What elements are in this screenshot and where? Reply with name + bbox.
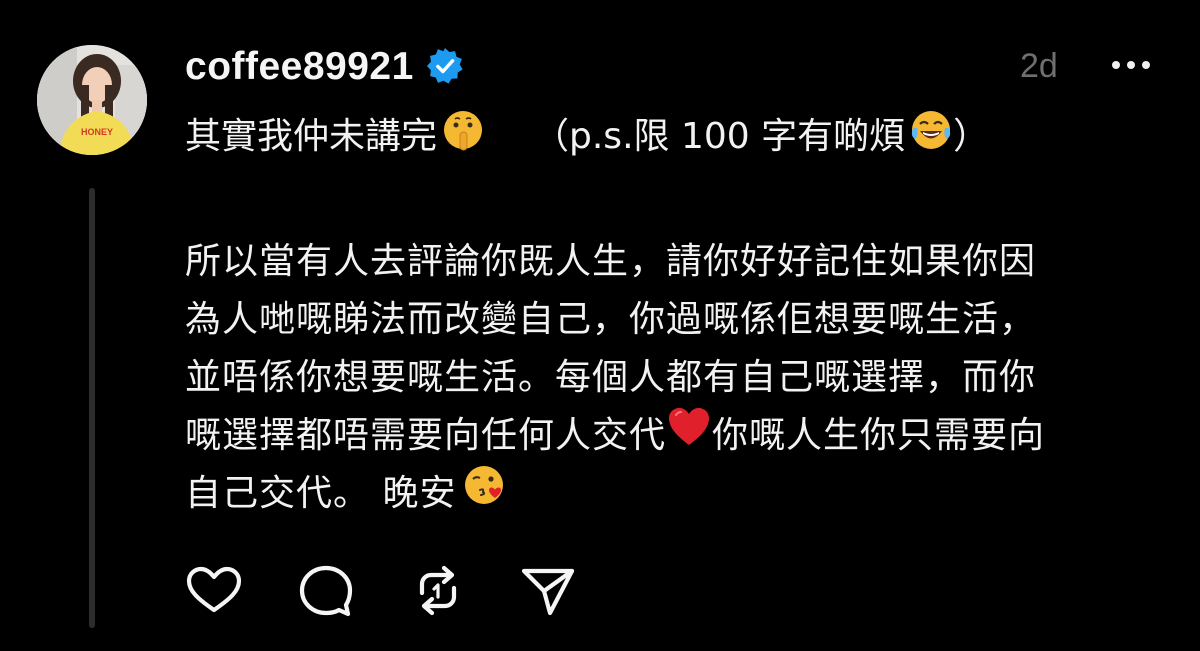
shushing-face-icon [441,108,485,166]
post-body-line: 所以當有人去評論你既人生，請你好好記住如果你因 [185,241,1037,282]
post-body-text: 嘅選擇都唔需要向任何人交代 [185,415,667,456]
post-body: 所以當有人去評論你既人生，請你好好記住如果你因 為人哋嘅睇法而改變自己，你過嘅係… [185,233,1145,523]
post-text-note-close: ） [953,116,990,157]
post-body-line: 為人哋嘅睇法而改變自己，你過嘅係佢想要嘅生活， [185,299,1037,340]
username[interactable]: coffee89921 [185,47,414,86]
post-body-text: 自己交代。 晚安 [185,473,457,514]
post-body-line-5: 自己交代。 晚安 [185,465,1145,523]
post-text-intro: 其實我仲未講完 [185,116,438,157]
tears-of-joy-icon [909,108,953,166]
avatar[interactable]: HONEY [37,45,147,155]
repost-icon[interactable] [409,563,467,618]
avatar-shirt-text: HONEY [81,127,113,137]
post-header: coffee89921 [185,38,464,94]
red-heart-icon [666,405,712,467]
more-options-icon[interactable] [1110,50,1152,80]
threads-post: HONEY coffee89921 2d 其實我仲未講完 （p.s.限 100 … [0,0,1200,651]
thread-line [89,188,95,628]
verified-badge-icon [426,47,464,85]
post-body-text: 你嘅人生你只需要向 [712,415,1046,456]
heart-icon[interactable] [185,563,243,618]
post-body-line-4: 嘅選擇都唔需要向任何人交代 你嘅人生你只需要向 [185,407,1145,465]
post-text-note: （p.s.限 100 字有啲煩 [533,116,906,157]
avatar-photo: HONEY [37,45,147,155]
post-text-line-1: 其實我仲未講完 （p.s.限 100 字有啲煩 ） [185,108,989,166]
post-body-line: 並唔係你想要嘅生活。每個人都有自己嘅選擇，而你 [185,357,1037,398]
comment-icon[interactable] [296,563,354,618]
send-icon[interactable] [518,563,576,618]
post-timestamp: 2d [1020,47,1058,85]
face-blowing-kiss-icon [462,463,506,525]
